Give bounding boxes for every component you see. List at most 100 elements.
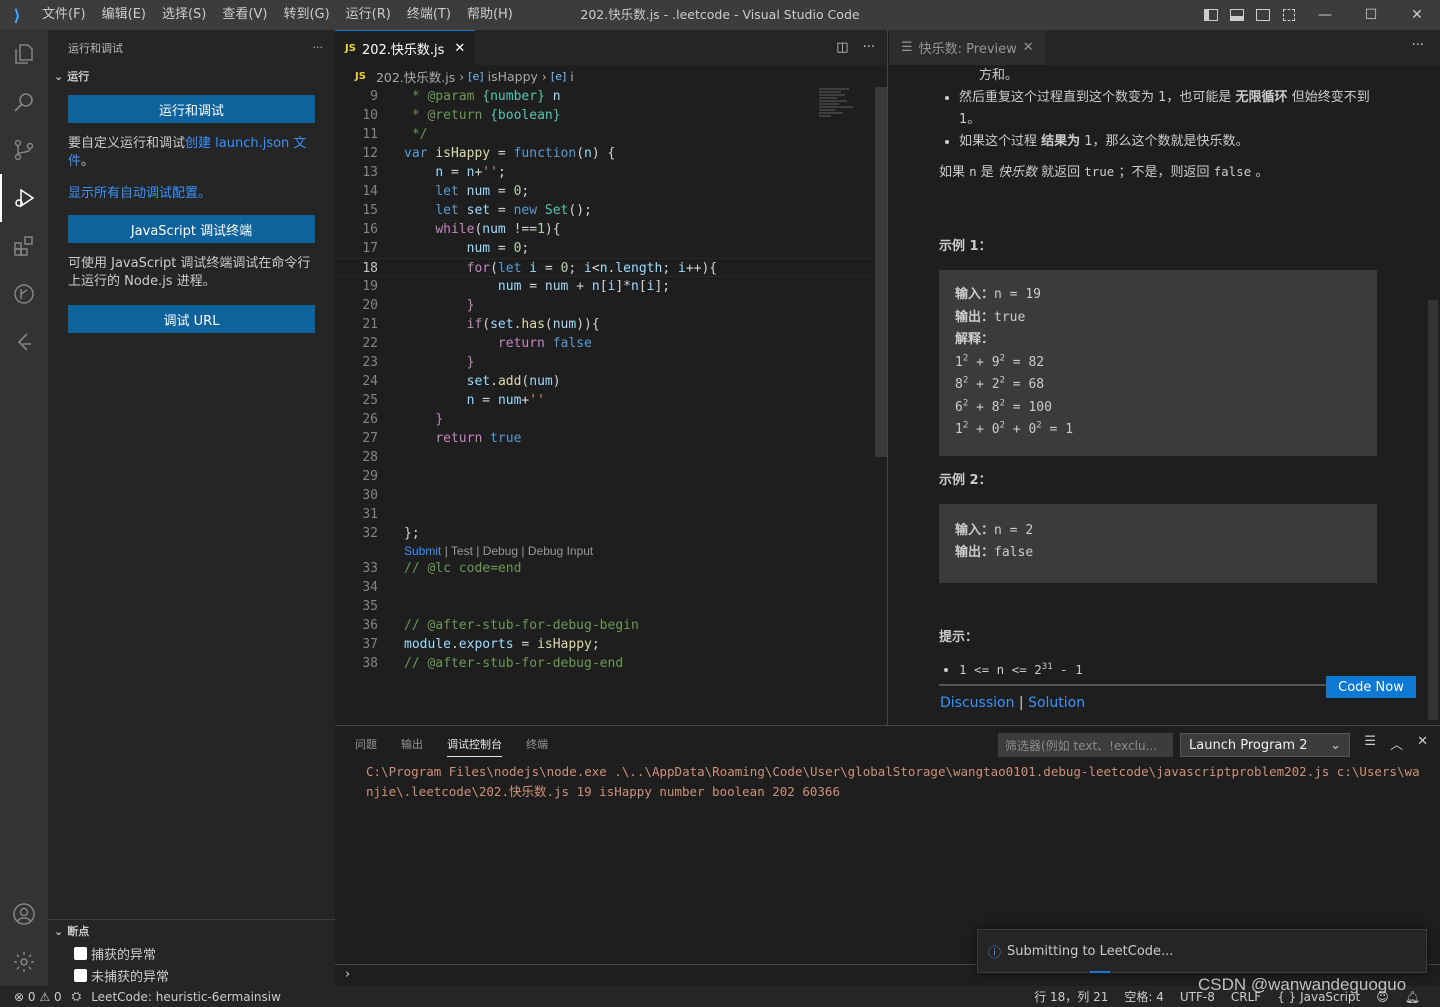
search-icon[interactable] xyxy=(0,78,48,126)
account-icon[interactable] xyxy=(0,890,48,938)
sidebar-title: 运行和调试 xyxy=(68,41,123,55)
code-line: 26 } xyxy=(362,412,444,427)
show-auto-debug-configs-link[interactable]: 显示所有自动调试配置。 xyxy=(68,186,211,201)
codelens-actions[interactable]: | Test | Debug | Debug Input xyxy=(441,544,594,558)
tab-terminal[interactable]: 终端 xyxy=(526,736,548,752)
close-icon[interactable]: ✕ xyxy=(1394,0,1440,30)
description-paragraph: 如果 n 是 快乐数 就返回 true ；不是，则返回 false 。 xyxy=(939,164,1269,180)
run-and-debug-button[interactable]: 运行和调试 xyxy=(68,95,315,123)
tab-output[interactable]: 输出 xyxy=(401,736,423,752)
code-editor[interactable]: 9 * @param {number} n 10 * @return {bool… xyxy=(335,87,875,725)
indentation[interactable]: 空格: 4 xyxy=(1124,988,1164,1005)
code-line: 24 set.add(num) xyxy=(362,374,561,389)
codelens: Submit | Test | Debug | Debug Input xyxy=(335,543,875,559)
close-tab-icon[interactable]: ✕ xyxy=(454,41,465,56)
activity-bar xyxy=(0,30,48,986)
problems-status[interactable]: ⊗ 0 ⚠ 0 xyxy=(14,990,62,1004)
code-now-button[interactable]: Code Now xyxy=(1326,676,1416,698)
chevron-down-icon: ⌄ xyxy=(54,924,64,938)
notifications-bell-icon[interactable]: 🔔︎ xyxy=(1405,990,1420,1004)
menu-go[interactable]: 转到(G) xyxy=(275,0,337,30)
menu-view[interactable]: 查看(V) xyxy=(214,0,275,30)
source-control-icon[interactable] xyxy=(0,126,48,174)
launch-config-select[interactable]: Launch Program 2 ⌄ xyxy=(1180,733,1350,757)
code-line: 19 num = num + n[i]*n[i]; xyxy=(362,279,671,294)
error-icon: ⊗ xyxy=(14,989,25,1004)
more-actions-icon[interactable]: ··· xyxy=(863,40,875,55)
cursor-position[interactable]: 行 18，列 21 xyxy=(1034,988,1108,1005)
toggle-secondary-sidebar-icon[interactable] xyxy=(1250,0,1276,30)
editor-group: JS 202.快乐数.js ✕ ◫ ··· JS 202.快乐数.js › [e… xyxy=(335,30,888,725)
chevron-right-icon: › xyxy=(459,68,465,84)
discussion-link[interactable]: Discussion xyxy=(940,695,1014,711)
more-actions-icon[interactable]: ··· xyxy=(1412,38,1424,53)
run-section-header[interactable]: ⌄ 运行 xyxy=(48,65,335,87)
toggle-panel-icon[interactable] xyxy=(1224,0,1250,30)
editor-scrollbar[interactable] xyxy=(875,87,887,457)
tab-preview[interactable]: ☰ 快乐数: Preview ✕ xyxy=(889,30,1046,65)
menu-run[interactable]: 运行(R) xyxy=(338,0,399,30)
split-editor-icon[interactable]: ◫ xyxy=(836,40,848,55)
chevron-right-icon: › xyxy=(345,967,351,982)
tab-debug-console[interactable]: 调试控制台 xyxy=(447,732,502,757)
code-line: 31 xyxy=(362,507,378,522)
menu-edit[interactable]: 编辑(E) xyxy=(94,0,154,30)
checkbox[interactable] xyxy=(74,968,87,982)
notification-toast[interactable]: ⓘ Submitting to LeetCode... xyxy=(977,929,1427,973)
solution-link[interactable]: Solution xyxy=(1028,695,1085,711)
breakpoints-section: ⌄ 断点 捕获的异常 未捕获的异常 xyxy=(48,919,335,986)
run-debug-icon[interactable] xyxy=(0,174,48,222)
close-panel-icon[interactable]: ✕ xyxy=(1417,734,1428,753)
leetcode-icon[interactable] xyxy=(0,318,48,366)
toggle-sidebar-icon[interactable] xyxy=(1198,0,1224,30)
explorer-icon[interactable] xyxy=(0,30,48,78)
menu-help[interactable]: 帮助(H) xyxy=(459,0,521,30)
debug-launch-icon[interactable]: ⛭ xyxy=(72,989,82,1004)
code-line: 35 xyxy=(362,599,378,614)
code-line: 28 xyxy=(362,450,378,465)
leetcode-user-status[interactable]: LeetCode: heuristic-6ermainsiw xyxy=(91,990,281,1004)
extensions-icon[interactable] xyxy=(0,222,48,270)
code-line: 10 * @return {boolean} xyxy=(362,108,561,123)
preview-scrollbar[interactable] xyxy=(1428,300,1438,720)
code-line: 36// @after-stub-for-debug-begin xyxy=(362,618,639,633)
timeline-icon[interactable] xyxy=(0,270,48,318)
debug-console-filter-input[interactable]: 筛选器(例如 text、!exclu... xyxy=(998,733,1173,757)
breadcrumb-variable[interactable]: i xyxy=(570,69,573,84)
close-tab-icon[interactable]: ✕ xyxy=(1023,40,1034,55)
breakpoints-header[interactable]: ⌄ 断点 xyxy=(48,920,335,942)
example-2-title: 示例 2： xyxy=(939,472,992,488)
gear-icon[interactable] xyxy=(0,938,48,986)
menu-selection[interactable]: 选择(S) xyxy=(154,0,214,30)
breadcrumb-function[interactable]: isHappy xyxy=(488,69,538,84)
menu-terminal[interactable]: 终端(T) xyxy=(399,0,459,30)
example-1-title: 示例 1： xyxy=(939,239,992,254)
code-line: 22 return false xyxy=(362,336,592,351)
maximize-icon[interactable]: ☐ xyxy=(1348,0,1394,30)
constraint: 1 <= n <= 231 - 1 xyxy=(959,659,1379,681)
editor-tabs: JS 202.快乐数.js ✕ ◫ ··· xyxy=(335,30,887,65)
code-line: 37 module.exports = isHappy; xyxy=(362,637,600,652)
code-line: 34 xyxy=(362,580,378,595)
breakpoint-caught-exceptions[interactable]: 捕获的异常 xyxy=(48,942,335,964)
leetcode-preview: ☰ 快乐数: Preview ✕ ··· 方和。 然后重复这个过程直到这个数变为… xyxy=(889,30,1440,725)
minimap[interactable] xyxy=(819,87,859,167)
title-bar: ⟩ 文件(F) 编辑(E) 选择(S) 查看(V) 转到(G) 运行(R) 终端… xyxy=(0,0,1440,30)
tab-problems[interactable]: 问题 xyxy=(355,736,377,752)
clear-console-icon[interactable]: ☰ xyxy=(1364,734,1376,753)
code-line: 20 } xyxy=(362,298,475,313)
maximize-panel-icon[interactable]: ︿ xyxy=(1390,734,1403,753)
debug-url-button[interactable]: 调试 URL xyxy=(68,305,315,333)
tab-202-happy-number[interactable]: JS 202.快乐数.js ✕ xyxy=(335,30,476,65)
menu-file[interactable]: 文件(F) xyxy=(34,0,94,30)
breadcrumb-file[interactable]: 202.快乐数.js xyxy=(376,67,455,86)
minimize-icon[interactable]: — xyxy=(1302,0,1348,30)
js-debug-terminal-button[interactable]: JavaScript 调试终端 xyxy=(68,215,315,243)
code-line: 30 xyxy=(362,488,378,503)
more-actions-icon[interactable]: ··· xyxy=(313,41,324,54)
breakpoint-uncaught-exceptions[interactable]: 未捕获的异常 xyxy=(48,964,335,986)
customize-layout-icon[interactable] xyxy=(1276,0,1302,30)
breadcrumb: JS 202.快乐数.js › [e] isHappy › [e] i xyxy=(335,65,887,87)
checkbox[interactable] xyxy=(74,946,87,960)
submit-codelens-link[interactable]: Submit xyxy=(404,544,441,558)
